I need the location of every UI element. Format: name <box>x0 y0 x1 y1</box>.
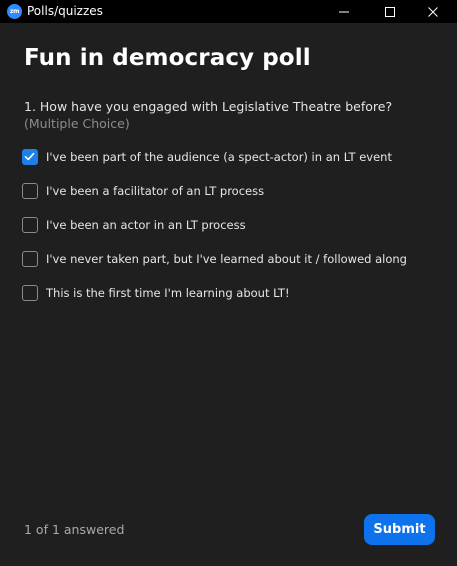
option-label: I've been a facilitator of an LT process <box>46 184 265 198</box>
option-2[interactable]: I've been an actor in an LT process <box>22 217 442 235</box>
question-label: 1. How have you engaged with Legislative… <box>24 99 393 114</box>
zoom-logo-icon: zm <box>7 4 22 19</box>
checkbox[interactable] <box>22 217 38 233</box>
checkmark-icon <box>24 152 35 161</box>
option-3[interactable]: I've never taken part, but I've learned … <box>22 251 442 269</box>
submit-button[interactable]: Submit <box>364 514 435 545</box>
option-label: This is the first time I'm learning abou… <box>46 286 290 300</box>
question-type: (Multiple Choice) <box>24 116 130 131</box>
checkbox[interactable] <box>22 285 38 301</box>
checkbox[interactable] <box>22 251 38 267</box>
option-label: I've been part of the audience (a spect-… <box>46 150 392 164</box>
title-bar: zm Polls/quizzes <box>0 0 457 23</box>
poll-title: Fun in democracy poll <box>24 45 311 71</box>
maximize-icon <box>385 6 395 17</box>
maximize-button[interactable] <box>367 0 413 23</box>
option-1[interactable]: I've been a facilitator of an LT process <box>22 183 442 201</box>
checkbox-checked[interactable] <box>22 149 38 165</box>
question-text: 1. How have you engaged with Legislative… <box>24 98 434 132</box>
answered-status: 1 of 1 answered <box>24 522 125 537</box>
option-label: I've never taken part, but I've learned … <box>46 252 407 266</box>
checkbox[interactable] <box>22 183 38 199</box>
option-0[interactable]: I've been part of the audience (a spect-… <box>22 149 442 167</box>
window-title: Polls/quizzes <box>27 4 103 18</box>
close-button[interactable] <box>410 0 456 23</box>
option-4[interactable]: This is the first time I'm learning abou… <box>22 285 442 303</box>
minimize-icon <box>339 11 349 12</box>
option-label: I've been an actor in an LT process <box>46 218 246 232</box>
poll-panel: Fun in democracy poll 1. How have you en… <box>0 23 457 566</box>
close-icon <box>428 6 438 17</box>
minimize-button[interactable] <box>321 0 367 23</box>
